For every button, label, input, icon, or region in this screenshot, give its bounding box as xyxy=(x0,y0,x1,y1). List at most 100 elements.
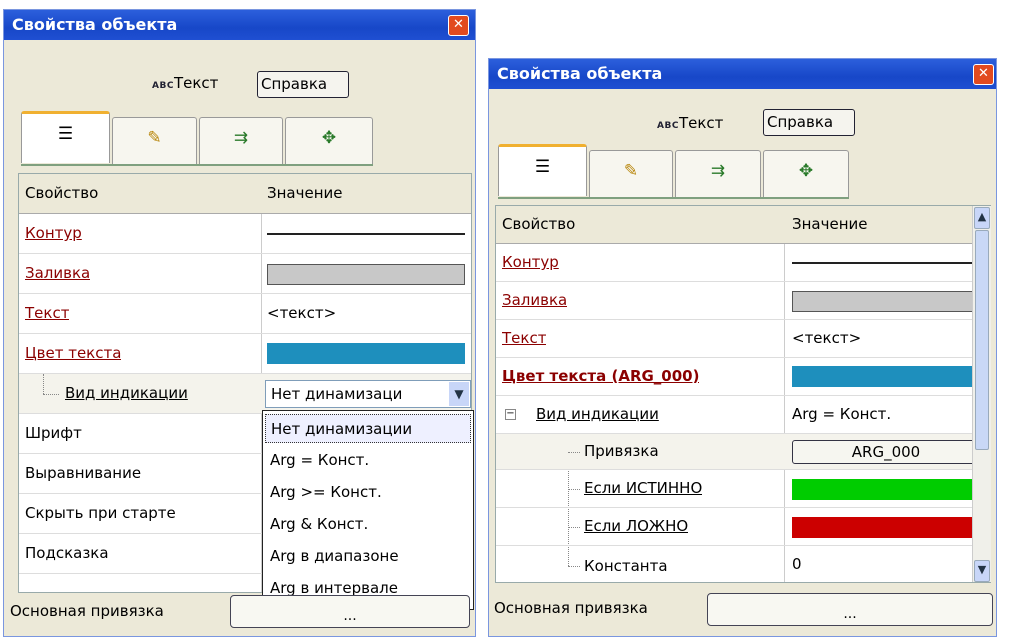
scroll-up-arrow[interactable]: ▲ xyxy=(974,207,990,229)
table-row[interactable]: Заливка xyxy=(19,254,471,294)
object-type-label: ABCТекст xyxy=(152,74,219,92)
tree-branch xyxy=(568,527,580,528)
tab-bindings[interactable]: ⇉ xyxy=(199,117,283,165)
paint-icon: ✎ xyxy=(147,128,162,148)
window-title: Свойства объекта xyxy=(489,59,996,89)
dropdown-option[interactable]: Arg = Конст. xyxy=(265,446,471,475)
table-row[interactable]: Цвет текста (ARG_000) xyxy=(496,358,990,396)
main-binding-button[interactable]: ... xyxy=(707,593,993,626)
fill-label[interactable]: Заливка xyxy=(502,282,567,319)
text-label[interactable]: Текст xyxy=(25,294,69,333)
if-false-swatch xyxy=(792,517,974,538)
property-column-header: Свойство xyxy=(25,184,99,202)
binding-value-button[interactable]: ARG_000 xyxy=(792,440,980,464)
object-properties-window-right: Свойства объекта ✕ ABCТекст Справка ☰ ✎ … xyxy=(488,58,997,637)
text-color-swatch xyxy=(792,366,974,387)
move-icon: ✥ xyxy=(798,161,814,181)
indication-select[interactable]: Нет динамизаци ▼ xyxy=(265,380,471,408)
tree-branch xyxy=(43,394,59,395)
tree-branch xyxy=(568,452,580,453)
tree-branch xyxy=(568,489,580,490)
help-button[interactable]: Справка xyxy=(257,71,349,98)
contour-line xyxy=(792,262,974,264)
tab-appearance[interactable]: ✎ xyxy=(112,117,197,165)
table-row[interactable]: Константа 0 xyxy=(496,546,990,582)
dropdown-option[interactable]: Arg в диапазоне xyxy=(265,542,471,571)
main-binding-button[interactable]: ... xyxy=(230,595,470,628)
scroll-down-arrow[interactable]: ▼ xyxy=(974,560,990,582)
fill-label[interactable]: Заливка xyxy=(25,254,90,293)
table-row[interactable]: Цвет текста xyxy=(19,334,471,374)
indication-label[interactable]: Вид индикации xyxy=(65,374,188,413)
text-value: <текст> xyxy=(267,304,337,322)
help-button[interactable]: Справка xyxy=(763,109,855,136)
if-true-label[interactable]: Если ИСТИННО xyxy=(584,470,702,507)
table-row[interactable]: Заливка xyxy=(496,282,990,320)
grid-header: Свойство Значение xyxy=(19,174,471,214)
tab-movement[interactable]: ✥ xyxy=(285,117,373,165)
hint-label[interactable]: Подсказка xyxy=(25,534,109,573)
tree-line xyxy=(43,374,44,394)
tab-properties[interactable]: ☰ xyxy=(498,144,587,196)
tree-branch xyxy=(568,566,580,567)
list-icon: ☰ xyxy=(57,124,74,144)
tab-underline xyxy=(498,197,849,199)
window-title: Свойства объекта xyxy=(4,10,475,40)
table-row[interactable]: Если ЛОЖНО xyxy=(496,508,990,546)
constant-label[interactable]: Константа xyxy=(584,546,668,582)
if-true-swatch xyxy=(792,479,974,500)
collapse-icon[interactable]: − xyxy=(505,409,516,420)
indication-label[interactable]: Вид индикации xyxy=(536,396,659,433)
table-row[interactable]: Текст <текст> xyxy=(19,294,471,334)
contour-label[interactable]: Контур xyxy=(502,244,559,281)
text-label[interactable]: Текст xyxy=(502,320,546,357)
value-column-header: Значение xyxy=(792,215,868,233)
indication-dropdown-list: Нет динамизации Arg = Конст. Arg >= Конс… xyxy=(262,410,474,610)
table-row[interactable]: − Вид индикации Arg = Конст. xyxy=(496,396,990,434)
list-icon: ☰ xyxy=(534,157,551,177)
main-binding-label: Основная привязка xyxy=(10,602,164,620)
font-label[interactable]: Шрифт xyxy=(25,414,82,453)
text-value: <текст> xyxy=(792,329,862,347)
close-button[interactable]: ✕ xyxy=(448,15,469,36)
table-row[interactable]: Привязка ARG_000 xyxy=(496,434,990,470)
tab-appearance[interactable]: ✎ xyxy=(589,150,673,198)
contour-label[interactable]: Контур xyxy=(25,214,82,253)
close-button[interactable]: ✕ xyxy=(973,64,994,85)
binding-label[interactable]: Привязка xyxy=(584,434,659,469)
tab-bindings[interactable]: ⇉ xyxy=(675,150,761,198)
vertical-scrollbar[interactable]: ▲ ▼ xyxy=(972,206,991,582)
table-row[interactable]: Контур xyxy=(496,244,990,282)
value-column-header: Значение xyxy=(267,184,343,202)
tab-movement[interactable]: ✥ xyxy=(763,150,849,198)
table-row[interactable]: Если ИСТИННО xyxy=(496,470,990,508)
table-row[interactable]: Текст <текст> xyxy=(496,320,990,358)
tab-properties[interactable]: ☰ xyxy=(21,111,110,163)
text-color-label[interactable]: Цвет текста (ARG_000) xyxy=(502,358,699,395)
dropdown-option[interactable]: Нет динамизации xyxy=(265,414,471,443)
paint-icon: ✎ xyxy=(623,161,639,181)
table-row[interactable]: Вид индикации Нет динамизаци ▼ xyxy=(19,374,471,414)
scroll-thumb[interactable] xyxy=(975,230,989,450)
abc-text-icon: ABC xyxy=(152,81,174,91)
table-row[interactable]: Контур xyxy=(19,214,471,254)
dropdown-option[interactable]: Arg >= Конст. xyxy=(265,478,471,507)
grid-header: Свойство Значение xyxy=(496,206,990,244)
link-icon: ⇉ xyxy=(710,161,726,181)
main-binding-label: Основная привязка xyxy=(494,599,648,617)
object-properties-window-left: Свойства объекта ✕ ABCТекст Справка ☰ ✎ … xyxy=(3,9,476,637)
constant-value: 0 xyxy=(792,555,802,573)
property-column-header: Свойство xyxy=(502,215,576,233)
text-color-label[interactable]: Цвет текста xyxy=(25,334,121,373)
if-false-label[interactable]: Если ЛОЖНО xyxy=(584,508,688,545)
hide-label[interactable]: Скрыть при старте xyxy=(25,494,176,533)
align-label[interactable]: Выравнивание xyxy=(25,454,141,493)
contour-line xyxy=(267,233,465,235)
object-type-label: ABCТекст xyxy=(657,114,724,132)
indication-value: Arg = Конст. xyxy=(792,405,892,423)
chevron-down-icon[interactable]: ▼ xyxy=(449,382,469,406)
tab-underline xyxy=(21,164,373,166)
fill-swatch xyxy=(267,264,465,285)
link-icon: ⇉ xyxy=(233,128,249,148)
dropdown-option[interactable]: Arg & Конст. xyxy=(265,510,471,539)
